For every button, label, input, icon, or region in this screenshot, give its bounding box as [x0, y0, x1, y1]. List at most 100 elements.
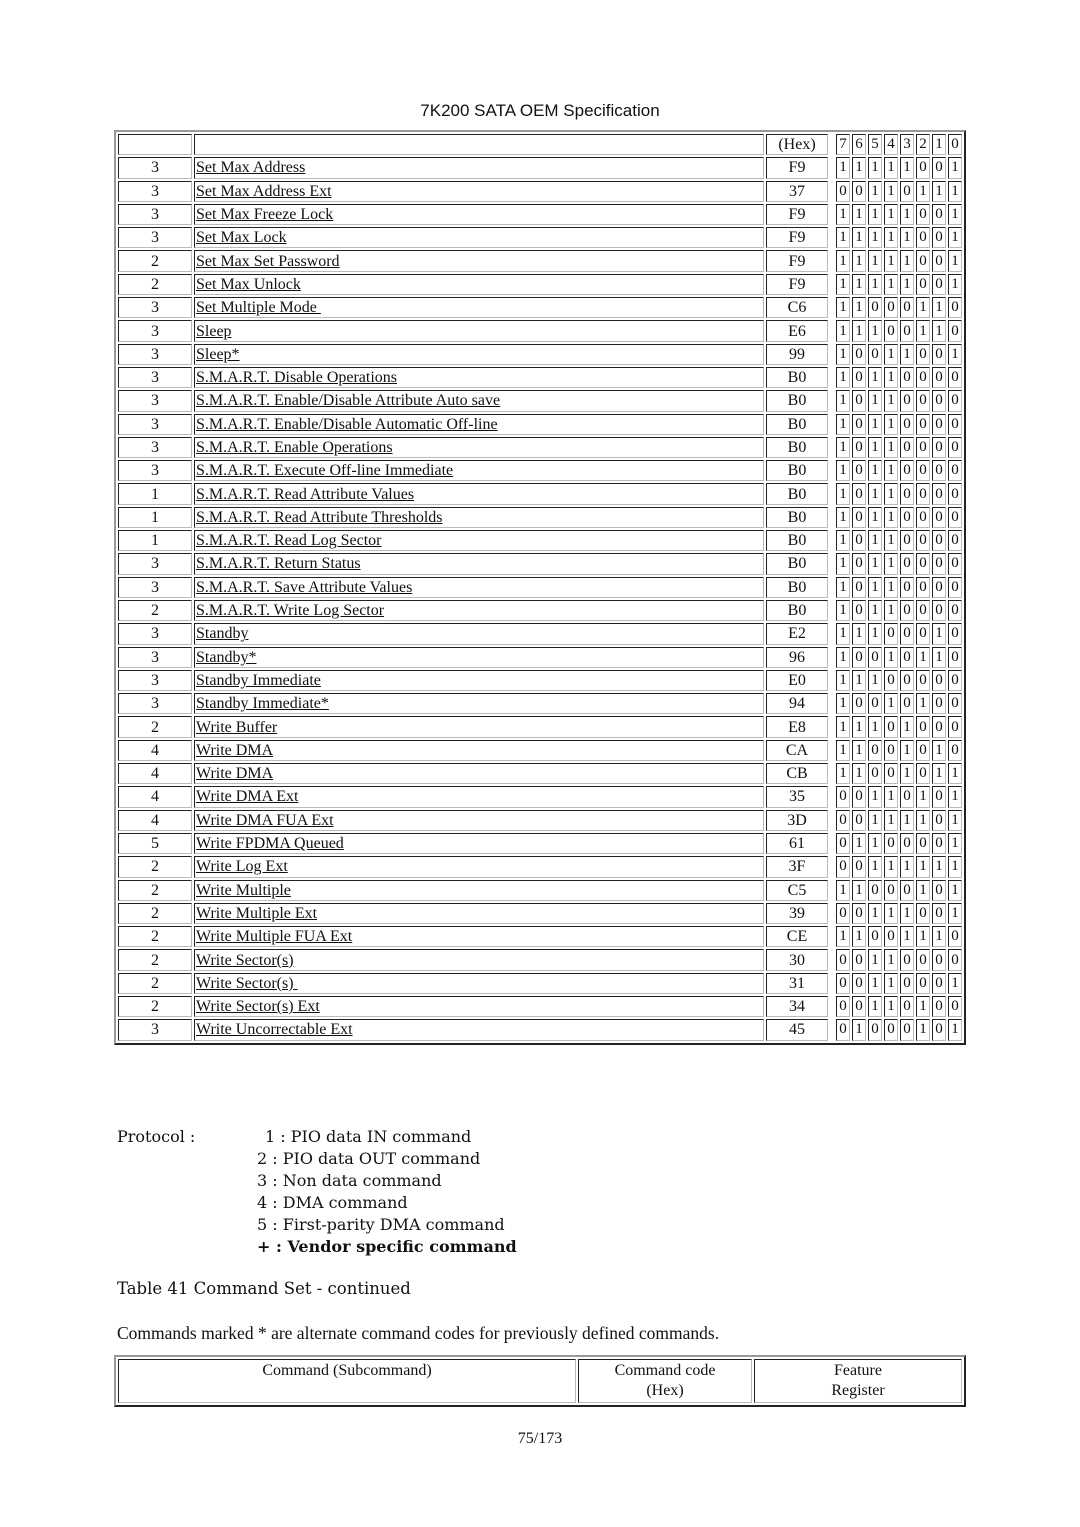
command-cell: Write Multiple [194, 879, 764, 901]
command-link[interactable]: Standby Immediate* [196, 695, 329, 712]
command-link[interactable]: Write Buffer [196, 719, 277, 736]
command-link[interactable]: S.M.A.R.T. Enable/Disable Automatic Off-… [196, 416, 498, 433]
bit-cell: 1 [884, 972, 898, 994]
bit-cell: 1 [868, 599, 882, 622]
bit-cell: 1 [868, 250, 882, 272]
column-gap [830, 810, 834, 831]
bit-cell: 1 [868, 856, 882, 878]
bit-cell: 0 [948, 297, 962, 319]
bit-header: 4 [884, 134, 898, 156]
command-link[interactable]: Sleep [196, 323, 232, 340]
bit-cell: 0 [852, 902, 866, 925]
command-link[interactable]: Set Max Lock [196, 229, 287, 246]
command-link[interactable]: S.M.A.R.T. Write Log Sector [196, 602, 384, 619]
bit-cell: 1 [884, 902, 898, 925]
bit-cell: 1 [884, 693, 898, 715]
bit-header: 1 [932, 134, 946, 156]
bit-cell: 1 [868, 227, 882, 249]
command-link[interactable]: Write Multiple FUA Ext [196, 928, 352, 945]
command-link[interactable]: Standby Immediate [196, 672, 321, 689]
command-link[interactable]: Set Max Address [196, 159, 305, 176]
bit-cell: 1 [916, 297, 930, 319]
bit-cell: 0 [932, 902, 946, 925]
bit-cell: 0 [932, 576, 946, 598]
command-cell: Set Max Address Ext [194, 180, 764, 202]
command-link[interactable]: S.M.A.R.T. Disable Operations [196, 369, 397, 386]
protocol-legend-item: 2 : PIO data OUT command [257, 1149, 481, 1168]
command-link[interactable]: Write DMA [196, 765, 273, 782]
command-link[interactable]: Set Max Set Password [196, 253, 340, 270]
command-link[interactable]: S.M.A.R.T. Read Log Sector [196, 532, 381, 549]
column-gap [830, 740, 834, 761]
table-row: 3 Set Max Address Ext 37 0 0 1 1 0 1 1 1 [118, 180, 962, 202]
bit-cell: 0 [932, 506, 946, 529]
bit-cell: 0 [932, 972, 946, 994]
bit-cell: 0 [916, 436, 930, 459]
command-link[interactable]: Sleep* [196, 346, 240, 363]
command-link[interactable]: Standby* [196, 649, 256, 666]
bit-cell: 1 [836, 273, 850, 296]
command-code-header: Command code (Hex) [578, 1359, 752, 1403]
command-link[interactable]: Write Sector(s) [196, 952, 294, 969]
bit-cell: 0 [852, 646, 866, 668]
bit-cell: 0 [900, 995, 914, 1018]
bit-cell: 1 [916, 180, 930, 202]
bit-cell: 0 [932, 460, 946, 482]
command-link[interactable]: Write Sector(s) [196, 975, 298, 992]
bit-cell: 0 [900, 1019, 914, 1041]
command-link[interactable]: Write DMA Ext [196, 788, 298, 805]
command-link[interactable]: Write Uncorrectable Ext [196, 1021, 353, 1038]
bit-cell: 0 [852, 413, 866, 435]
table-row: 3 Standby Immediate* 94 1 0 0 1 0 1 0 0 [118, 693, 962, 715]
bit-cell: 0 [948, 506, 962, 529]
bit-cell: 0 [916, 716, 930, 738]
bit-cell: 0 [868, 1019, 882, 1041]
command-link[interactable]: Write Multiple [196, 882, 291, 899]
table-row: 3 Set Max Address F9 1 1 1 1 1 0 0 1 [118, 157, 962, 179]
bit-cell: 1 [948, 856, 962, 878]
command-subcommand-header: Command (Subcommand) [118, 1359, 576, 1403]
bit-cell: 1 [900, 250, 914, 272]
command-link[interactable]: S.M.A.R.T. Enable/Disable Attribute Auto… [196, 392, 500, 409]
bit-cell: 0 [900, 669, 914, 692]
command-link[interactable]: Set Max Freeze Lock [196, 206, 333, 223]
hex-code-cell: F9 [766, 203, 828, 226]
command-link[interactable]: Write Multiple Ext [196, 905, 317, 922]
hex-code-cell: B0 [766, 436, 828, 459]
command-link[interactable]: Standby [196, 625, 248, 642]
command-link[interactable]: S.M.A.R.T. Enable Operations [196, 439, 393, 456]
command-link[interactable]: S.M.A.R.T. Save Attribute Values [196, 579, 412, 596]
bit-cell: 0 [932, 413, 946, 435]
bit-cell: 0 [916, 949, 930, 971]
bit-cell: 1 [868, 576, 882, 598]
protocol-legend-item: 1 : PIO data IN command [265, 1127, 472, 1146]
table-row: 2 Write Multiple C5 1 1 0 0 0 1 0 1 [118, 879, 962, 901]
bit-cell: 0 [916, 250, 930, 272]
command-link[interactable]: Write DMA FUA Ext [196, 812, 334, 829]
column-gap [830, 297, 834, 318]
hex-code-cell: 30 [766, 949, 828, 971]
bit-cell: 0 [948, 599, 962, 622]
bit-cell: 0 [836, 972, 850, 994]
bit-cell: 1 [916, 879, 930, 901]
protocol-cell: 2 [118, 716, 192, 738]
command-link[interactable]: S.M.A.R.T. Read Attribute Thresholds [196, 509, 443, 526]
command-link[interactable]: Set Multiple Mode [196, 299, 321, 316]
bit-cell: 1 [868, 902, 882, 925]
command-link[interactable]: S.M.A.R.T. Read Attribute Values [196, 486, 414, 503]
protocol-cell: 2 [118, 250, 192, 272]
command-link[interactable]: Write Log Ext [196, 858, 288, 875]
bit-cell: 0 [948, 995, 962, 1018]
command-link[interactable]: S.M.A.R.T. Execute Off-line Immediate [196, 462, 453, 479]
bit-cell: 1 [948, 972, 962, 994]
command-link[interactable]: Write FPDMA Queued [196, 835, 344, 852]
command-link[interactable]: S.M.A.R.T. Return Status [196, 555, 361, 572]
column-gap [830, 414, 834, 435]
command-link[interactable]: Write Sector(s) Ext [196, 998, 320, 1015]
hex-code-cell: 37 [766, 180, 828, 202]
command-link[interactable]: Set Max Unlock [196, 276, 301, 293]
command-link[interactable]: Write DMA [196, 742, 273, 759]
table-row: 1 S.M.A.R.T. Read Attribute Thresholds B0 1… [118, 506, 962, 529]
command-link[interactable]: Set Max Address Ext [196, 183, 332, 200]
bit-cell: 0 [852, 460, 866, 482]
